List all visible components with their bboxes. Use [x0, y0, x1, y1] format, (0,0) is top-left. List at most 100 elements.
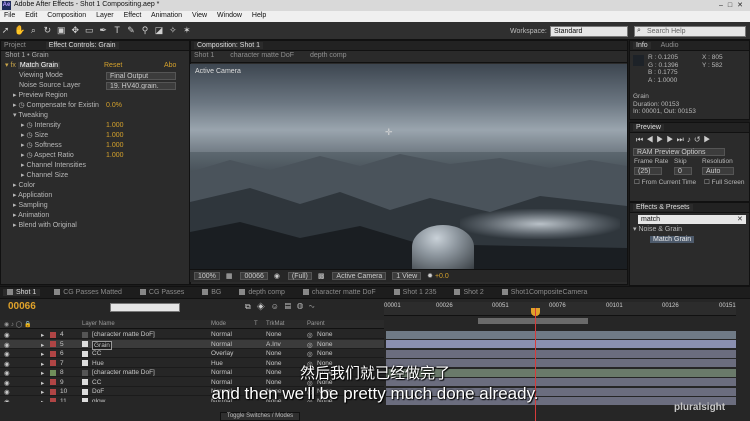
menu-edit[interactable]: Edit: [25, 12, 37, 19]
category-noise-grain[interactable]: ▾ Noise & Grain: [630, 225, 749, 235]
layer-mode-select[interactable]: Normal: [211, 331, 232, 338]
layer-trkmat-select[interactable]: A.Inv: [266, 341, 281, 348]
size-value[interactable]: 1.000: [106, 131, 124, 141]
header-layer-name[interactable]: Layer Name: [82, 321, 115, 327]
tab-effect-controls[interactable]: Effect Controls: Grain: [45, 42, 119, 49]
ram-preview-icon[interactable]: ▶: [704, 135, 714, 144]
prop-animation[interactable]: ▸ Animation: [1, 211, 189, 221]
fx-icon[interactable]: ▾ fx: [5, 62, 16, 69]
compensate-value[interactable]: 0.0%: [106, 101, 122, 111]
tab-cg-passes[interactable]: CG Passes: [136, 289, 188, 296]
tab-depth-comp[interactable]: depth comp: [235, 289, 289, 296]
stopwatch-icon[interactable]: ◷: [18, 102, 24, 109]
composition-viewer[interactable]: Active Camera ✛: [190, 64, 627, 269]
layer-row[interactable]: ◉ ▸ 4 [character matte DoF] Normal None ◎ None: [0, 330, 384, 339]
work-area-bar[interactable]: [478, 318, 588, 324]
workspace-select[interactable]: Standard: [550, 26, 628, 37]
tab-character-matte-dof[interactable]: character matte DoF: [299, 289, 380, 296]
stopwatch-icon[interactable]: ◷: [26, 142, 32, 149]
timeline-current-time[interactable]: 00066: [8, 301, 36, 312]
stopwatch-icon[interactable]: ◷: [26, 152, 32, 159]
camera-select[interactable]: Active Camera: [332, 272, 387, 280]
tab-composition[interactable]: Composition: Shot 1: [194, 42, 264, 49]
timeline-search-input[interactable]: [110, 303, 180, 312]
menu-file[interactable]: File: [4, 12, 15, 19]
layer-label-color[interactable]: [50, 331, 56, 338]
layer-duration-bar[interactable]: [386, 349, 736, 358]
prop-color[interactable]: ▸ Color: [1, 181, 189, 191]
softness-value[interactable]: 1.000: [106, 141, 124, 151]
close-icon[interactable]: ✕: [737, 2, 748, 9]
pan-behind-tool-icon[interactable]: ✥: [70, 25, 81, 36]
header-parent[interactable]: Parent: [307, 321, 325, 327]
zoom-select[interactable]: 100%: [194, 272, 220, 280]
pen-tool-icon[interactable]: ✒: [98, 25, 109, 36]
layer-duration-bar[interactable]: [386, 330, 736, 339]
camera-tool-icon[interactable]: ▣: [56, 25, 67, 36]
prop-sampling[interactable]: ▸ Sampling: [1, 201, 189, 211]
prop-tweaking[interactable]: ▾ Tweaking: [1, 111, 189, 121]
tab-audio[interactable]: Audio: [661, 42, 679, 49]
menu-composition[interactable]: Composition: [47, 12, 86, 19]
layer-mode-select[interactable]: Overlay: [211, 350, 233, 357]
first-frame-icon[interactable]: ⏮: [636, 135, 646, 144]
resolution-select[interactable]: (Full): [287, 272, 312, 280]
layer-trkmat-select[interactable]: None: [266, 350, 282, 357]
effect-match-grain-item[interactable]: Match Grain: [630, 235, 749, 245]
comp-mini-flowchart-icon[interactable]: ⧉: [245, 302, 257, 311]
zoom-tool-icon[interactable]: ⌕: [28, 25, 39, 36]
tab-cg-passes-matted[interactable]: CG Passes Matted: [50, 289, 126, 296]
layer-name[interactable]: CC: [92, 350, 101, 357]
tab-shot-2[interactable]: Shot 2: [450, 289, 487, 296]
exposure-icon[interactable]: ✹: [427, 273, 433, 280]
type-tool-icon[interactable]: T: [112, 25, 123, 36]
transparency-grid-icon[interactable]: ▩: [318, 273, 325, 280]
layer-row[interactable]: ◉ ▸ 6 CC Overlay None ◎ None: [0, 349, 384, 358]
effects-search-input[interactable]: match: [638, 215, 746, 224]
time-ruler[interactable]: 00001 00026 00051 00076 00101 00126 0015…: [384, 302, 736, 316]
tab-preview[interactable]: Preview: [633, 124, 664, 131]
layer-mode-select[interactable]: Normal: [211, 341, 232, 348]
play-icon[interactable]: ▶: [656, 135, 666, 144]
shy-layers-icon[interactable]: ☺: [271, 302, 285, 311]
about-link[interactable]: Abo: [164, 61, 176, 71]
last-frame-icon[interactable]: ⏭: [677, 135, 687, 144]
layer-row[interactable]: ◉ ▸ 5 Grain Normal A.Inv ◎ None: [0, 339, 384, 350]
layer-parent-select[interactable]: None: [317, 341, 333, 348]
tab-effects-presets[interactable]: Effects & Presets: [633, 204, 693, 211]
snapshot-icon[interactable]: ◉: [274, 273, 280, 280]
full-screen-checkbox[interactable]: ☐ Full Screen: [704, 178, 745, 186]
visibility-eye-icon[interactable]: ◉: [4, 341, 10, 349]
exposure-value[interactable]: +0.0: [435, 273, 449, 280]
roto-brush-tool-icon[interactable]: ✧: [167, 25, 178, 36]
ram-preview-options-select[interactable]: RAM Preview Options: [633, 148, 725, 156]
tab-shot-1[interactable]: Shot 1: [3, 289, 41, 296]
prop-channel-intensities[interactable]: ▸ Channel Intensities: [1, 161, 189, 171]
expand-layer-icon[interactable]: ▸: [41, 350, 44, 358]
eraser-tool-icon[interactable]: ◪: [153, 25, 164, 36]
aspect-ratio-value[interactable]: 1.000: [106, 151, 124, 161]
menu-layer[interactable]: Layer: [96, 12, 114, 19]
layer-trkmat-select[interactable]: None: [266, 331, 282, 338]
draft-3d-icon[interactable]: ◈: [257, 302, 271, 311]
maximize-icon[interactable]: □: [728, 2, 737, 9]
graph-editor-icon[interactable]: ∿: [309, 302, 320, 311]
minimize-icon[interactable]: –: [719, 2, 728, 9]
layer-label-color[interactable]: [50, 341, 56, 347]
brush-tool-icon[interactable]: ✎: [126, 25, 137, 36]
hand-tool-icon[interactable]: ✋: [14, 25, 25, 36]
stopwatch-icon[interactable]: ◷: [26, 132, 32, 139]
current-time-field[interactable]: 00066: [240, 272, 268, 280]
prop-channel-size[interactable]: ▸ Channel Size: [1, 171, 189, 181]
view-layout-select[interactable]: 1 View: [392, 272, 422, 280]
parent-pickwhip-icon[interactable]: ◎: [307, 350, 313, 358]
menu-window[interactable]: Window: [217, 12, 242, 19]
selection-tool-icon[interactable]: ➚: [0, 25, 11, 36]
intensity-value[interactable]: 1.000: [106, 121, 124, 131]
search-help-input[interactable]: ⌕ Search Help: [634, 26, 746, 37]
visibility-eye-icon[interactable]: ◉: [4, 350, 10, 358]
menu-help[interactable]: Help: [252, 12, 266, 19]
rectangle-tool-icon[interactable]: ▭: [84, 25, 95, 36]
reset-link[interactable]: Reset: [104, 61, 122, 71]
toggle-switches-modes-button[interactable]: Toggle Switches / Modes: [220, 412, 300, 421]
